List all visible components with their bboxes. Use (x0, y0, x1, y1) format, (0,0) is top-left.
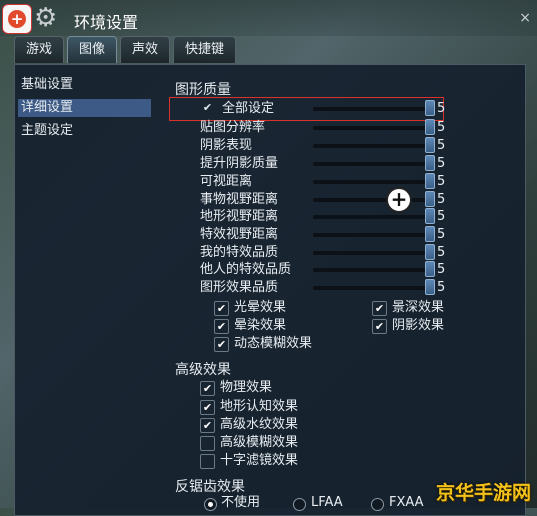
slider-value: 5 (437, 209, 446, 224)
check-icon[interactable]: ✔ (200, 400, 215, 415)
cursor-icon: + (386, 187, 412, 213)
slider-track[interactable] (313, 126, 431, 130)
slider-label: 他人的特效品质 (200, 262, 292, 277)
slider-track[interactable] (313, 268, 431, 272)
slider-value: 5 (437, 156, 446, 171)
slider-row: 我的特效品质 5 (185, 244, 445, 261)
checkbox-label: 地形认知效果 (220, 399, 299, 414)
close-icon[interactable]: × (519, 10, 531, 26)
sidebar-item-detail[interactable]: 详细设置 (18, 99, 151, 117)
checkbox-label: 高级水纹效果 (220, 417, 299, 432)
checkbox-label: 十字滤镜效果 (220, 453, 299, 468)
check-icon[interactable]: ✔ (214, 337, 229, 352)
advanced-section-title: 高级效果 (175, 362, 231, 378)
slider-track[interactable] (313, 215, 431, 219)
watermark-logo: 京华手游网 (435, 482, 531, 504)
slider-thumb[interactable] (425, 100, 435, 116)
slider-row: 贴图分辨率 5 (185, 119, 445, 136)
slider-thumb[interactable] (425, 137, 435, 153)
tab-game[interactable]: 游戏 (14, 36, 65, 63)
slider-value: 5 (437, 174, 446, 189)
check-icon[interactable]: ✔ (200, 381, 215, 396)
window-title: 环境设置 (74, 13, 139, 32)
radio-label: 不使用 (221, 495, 261, 510)
slider-thumb[interactable] (425, 244, 435, 260)
slider-label: 特效视野距离 (200, 227, 279, 242)
slider-value: 5 (437, 138, 446, 153)
checkbox-label: 光晕效果 (234, 300, 287, 315)
check-icon[interactable]: ✔ (372, 301, 387, 316)
checkbox-label: 景深效果 (392, 300, 445, 315)
slider-row: 特效视野距离 5 (185, 226, 445, 243)
slider-track[interactable] (313, 251, 431, 255)
check-icon[interactable]: ✔ (372, 319, 387, 334)
sidebar-item-theme[interactable]: 主题设定 (18, 122, 151, 140)
slider-thumb[interactable] (425, 155, 435, 171)
slider-value: 5 (437, 227, 446, 242)
slider-track[interactable] (313, 180, 431, 184)
check-icon[interactable]: ✔ (214, 301, 229, 316)
slider-thumb[interactable] (425, 208, 435, 224)
slider-track[interactable] (313, 107, 431, 111)
checkbox-label: 高级模糊效果 (220, 435, 299, 450)
checkbox-label: 阴影效果 (392, 318, 445, 333)
checkbox-label: 晕染效果 (234, 318, 287, 333)
checkbox-empty[interactable] (200, 454, 215, 469)
slider-label: 事物视野距离 (200, 192, 279, 207)
slider-label: 全部设定 (222, 101, 275, 116)
slider-track[interactable] (313, 286, 431, 290)
slider-thumb[interactable] (425, 261, 435, 277)
tab-graphics[interactable]: 图像 (67, 36, 118, 63)
slider-track[interactable] (313, 162, 431, 166)
slider-value: 5 (437, 245, 446, 260)
check-icon[interactable]: ✔ (214, 319, 229, 334)
slider-thumb[interactable] (425, 279, 435, 295)
graphics-section-title: 图形质量 (175, 82, 231, 98)
app-icon: + (2, 4, 32, 34)
check-icon[interactable]: ✔ (200, 418, 215, 433)
slider-value: 5 (437, 280, 446, 295)
slider-label: 我的特效品质 (200, 245, 279, 260)
slider-track[interactable] (313, 198, 431, 202)
slider-label: 地形视野距离 (200, 209, 279, 224)
slider-thumb[interactable] (425, 173, 435, 189)
slider-label: 提升阴影质量 (200, 156, 279, 171)
gear-icon: ⚙ (34, 3, 58, 33)
slider-label: 贴图分辨率 (200, 120, 266, 135)
tab-sound[interactable]: 声效 (120, 36, 171, 63)
check-icon[interactable]: ✔ (201, 101, 214, 114)
tab-shortcuts[interactable]: 快捷键 (173, 36, 237, 63)
slider-row: 图形效果品质 5 (185, 279, 445, 296)
slider-track[interactable] (313, 144, 431, 148)
antialias-section-title: 反锯齿效果 (175, 479, 245, 495)
slider-value: 5 (437, 120, 446, 135)
slider-label: 可视距离 (200, 174, 253, 189)
slider-label: 阴影表现 (200, 138, 253, 153)
sidebar-item-basic[interactable]: 基础设置 (18, 76, 151, 94)
checkbox-label: 动态模糊效果 (234, 336, 313, 351)
slider-row: 他人的特效品质 5 (185, 261, 445, 278)
slider-row: 阴影表现 5 (185, 137, 445, 154)
radio-fxaa[interactable] (371, 498, 384, 511)
slider-thumb[interactable] (425, 119, 435, 135)
slider-label: 图形效果品质 (200, 280, 279, 295)
slider-value: 5 (437, 262, 446, 277)
slider-value: 5 (437, 192, 446, 207)
checkbox-empty[interactable] (200, 436, 215, 451)
title-bar: + ⚙ 环境设置 × (0, 0, 537, 36)
radio-label: LFAA (311, 495, 343, 510)
radio-none[interactable] (204, 498, 217, 511)
checkbox-label: 物理效果 (220, 380, 273, 395)
slider-value: 5 (437, 101, 446, 116)
radio-lfaa[interactable] (293, 498, 306, 511)
radio-label: FXAA (389, 495, 424, 510)
slider-thumb[interactable] (425, 191, 435, 207)
tab-bar: 游戏 图像 声效 快捷键 (14, 36, 237, 64)
slider-row: 提升阴影质量 5 (185, 155, 445, 172)
slider-thumb[interactable] (425, 226, 435, 242)
slider-row-all: ✔ 全部设定 5 (185, 100, 445, 117)
slider-track[interactable] (313, 233, 431, 237)
